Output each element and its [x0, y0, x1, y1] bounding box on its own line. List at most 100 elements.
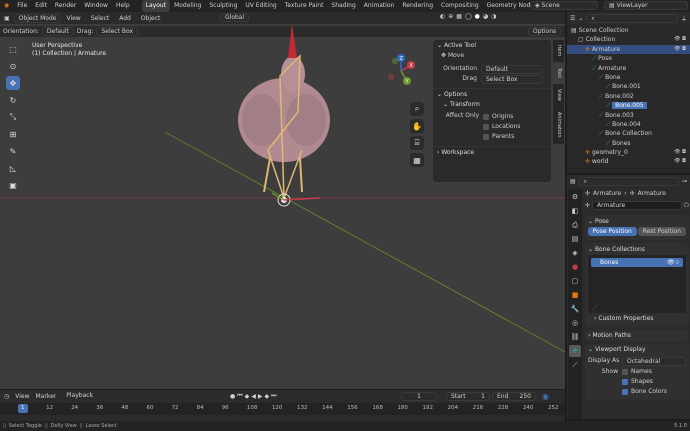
timeline-menu-playback[interactable]: Playback: [62, 392, 97, 401]
navigation-gizmo[interactable]: X Y Z: [384, 54, 418, 88]
start-frame-field[interactable]: Start 1: [446, 392, 490, 401]
menu-render[interactable]: Render: [51, 0, 80, 12]
tool-tab-icon[interactable]: ⚙: [569, 191, 581, 203]
perspective-toggle-icon[interactable]: ▦: [410, 153, 424, 167]
tab-uv-editing[interactable]: UV Editing: [241, 0, 280, 12]
keying-icon[interactable]: ◉: [542, 392, 549, 401]
tab-modeling[interactable]: Modeling: [170, 0, 205, 12]
constraints-tab-icon[interactable]: ⛓: [569, 331, 581, 343]
show-bone-colors-checkbox[interactable]: Bone Colors: [588, 387, 686, 397]
scene-selector[interactable]: ◈ Scene: [530, 1, 598, 10]
world-tab-icon[interactable]: ●: [569, 261, 581, 273]
fake-user-icon[interactable]: ⬠: [684, 202, 689, 209]
custom-properties-header[interactable]: › Custom Properties: [588, 313, 686, 324]
physics-tab-icon[interactable]: ◎: [569, 317, 581, 329]
timeline-menu-view[interactable]: View: [15, 393, 29, 400]
record-icon[interactable]: ●: [230, 393, 235, 400]
affect-parents-checkbox[interactable]: Parents: [483, 132, 521, 142]
visibility-eye-icon[interactable]: 👁 ◘: [674, 35, 686, 44]
timeline-menu-marker[interactable]: Marker: [36, 393, 57, 400]
tab-shading[interactable]: Shading: [327, 0, 359, 12]
outliner-row[interactable]: ⟋ Bone.003: [567, 111, 690, 120]
scene-tab-icon[interactable]: ◈: [569, 247, 581, 259]
outliner-filter-icon[interactable]: ⌄: [578, 15, 583, 22]
properties-search-input[interactable]: ⌕: [578, 177, 679, 186]
prev-keyframe-icon[interactable]: ◆: [245, 393, 250, 400]
tab-animation[interactable]: Animation: [553, 106, 564, 144]
bone-collection-item[interactable]: Bones 👁 ☆: [591, 258, 683, 267]
solo-star-icon[interactable]: ☆: [675, 259, 680, 266]
jump-start-icon[interactable]: ⏮: [237, 392, 242, 400]
visibility-eye-icon[interactable]: 👁 ◘: [674, 157, 686, 166]
pan-hand-icon[interactable]: ✋: [410, 119, 424, 133]
pose-position-button[interactable]: Pose Position: [588, 227, 637, 236]
tab-tool[interactable]: Tool: [553, 62, 564, 84]
current-frame-field[interactable]: 1: [401, 392, 437, 401]
outliner-row[interactable]: ⟋ Bone.002: [567, 92, 690, 101]
3d-viewport[interactable]: ▣ Object Mode View Select Add Object Glo…: [0, 12, 565, 389]
outliner-row[interactable]: ✢ world 👁 ◘: [567, 157, 690, 166]
panel-orientation-dropdown[interactable]: Default: [481, 64, 543, 74]
visibility-eye-icon[interactable]: 👁 ◘: [674, 148, 686, 157]
bone-tab-icon[interactable]: ⟋: [569, 359, 581, 371]
outliner-row[interactable]: ▢ Collection 👁 ◘: [567, 35, 690, 44]
affect-origins-checkbox[interactable]: Origins: [483, 112, 521, 122]
outliner-row[interactable]: ▤ Scene Collection: [567, 26, 690, 35]
object-tab-icon[interactable]: ■: [569, 289, 581, 301]
tab-texture-paint[interactable]: Texture Paint: [281, 0, 328, 12]
next-keyframe-icon[interactable]: ◆: [265, 393, 270, 400]
play-icon[interactable]: ▶: [258, 393, 263, 400]
workspace-header[interactable]: › Workspace: [433, 146, 551, 157]
motion-paths-header[interactable]: › Motion Paths: [588, 330, 686, 341]
zoom-icon[interactable]: ⌕: [410, 102, 424, 116]
options-header[interactable]: ⌄ Options: [433, 88, 551, 99]
rest-position-button[interactable]: Rest Position: [637, 227, 686, 236]
outliner-row[interactable]: ⟋ Bone: [567, 73, 690, 82]
show-names-checkbox[interactable]: Names: [622, 367, 652, 377]
timeline-editor-icon[interactable]: ◷: [4, 393, 9, 400]
outliner-row[interactable]: ⟋ Bone Collection: [567, 129, 690, 138]
outliner-editor-icon[interactable]: ☰: [570, 15, 575, 22]
funnel-icon[interactable]: ⏚: [681, 14, 687, 23]
modifier-tab-icon[interactable]: 🔧: [569, 303, 581, 315]
bone-collections-header[interactable]: ⌄ Bone Collections: [588, 244, 686, 255]
jump-end-icon[interactable]: ⏭: [271, 392, 276, 400]
outliner-row[interactable]: ⟋ Bone.001: [567, 82, 690, 91]
camera-view-icon[interactable]: ⌸: [410, 136, 424, 150]
show-shapes-checkbox[interactable]: Shapes: [588, 377, 686, 387]
tab-view[interactable]: View: [553, 84, 564, 106]
armature-data-tab-icon[interactable]: ✢: [569, 345, 581, 357]
view-layer-tab-icon[interactable]: ▤: [569, 233, 581, 245]
tab-item[interactable]: Item: [553, 40, 564, 62]
outliner-row[interactable]: ⟋ Bone.004: [567, 120, 690, 129]
tab-animation[interactable]: Animation: [360, 0, 399, 12]
properties-editor-icon[interactable]: ▤: [570, 178, 576, 185]
collection-tab-icon[interactable]: ▢: [569, 275, 581, 287]
menu-help[interactable]: Help: [112, 0, 134, 12]
view-layer-selector[interactable]: ▤ ViewLayer: [604, 1, 688, 10]
transform-header[interactable]: ⌄ Transform: [433, 99, 551, 110]
menu-window[interactable]: Window: [80, 0, 112, 12]
menu-edit[interactable]: Edit: [31, 0, 51, 12]
play-reverse-icon[interactable]: ◀: [251, 393, 256, 400]
render-tab-icon[interactable]: ◧: [569, 205, 581, 217]
tab-rendering[interactable]: Rendering: [398, 0, 437, 12]
visibility-eye-icon[interactable]: 👁: [667, 259, 675, 266]
affect-locations-checkbox[interactable]: Locations: [483, 122, 521, 132]
viewport-display-header[interactable]: ⌄ Viewport Display: [588, 344, 686, 355]
end-frame-field[interactable]: End 250: [492, 392, 536, 401]
active-tool-header[interactable]: ⌄ Active Tool: [433, 40, 551, 51]
visibility-eye-icon[interactable]: 👁 ◘: [674, 45, 686, 54]
output-tab-icon[interactable]: ⎙: [569, 219, 581, 231]
outliner-row[interactable]: ✢ geometry_0 👁 ◘: [567, 148, 690, 157]
panel-drag-dropdown[interactable]: Select Box: [481, 74, 543, 84]
armature-name-field[interactable]: Armature: [592, 201, 682, 210]
resize-grip-icon[interactable]: ⋰: [592, 304, 598, 311]
pin-icon[interactable]: ⊸: [682, 178, 687, 185]
tab-sculpting[interactable]: Sculpting: [205, 0, 241, 12]
outliner-row[interactable]: ⟋ Pose: [567, 54, 690, 63]
tab-layout[interactable]: Layout: [141, 0, 171, 12]
pose-header[interactable]: ⌄ Pose: [588, 216, 686, 227]
display-as-dropdown[interactable]: Octahedral: [622, 356, 686, 366]
outliner-row[interactable]: ⟋ Armature: [567, 64, 690, 73]
